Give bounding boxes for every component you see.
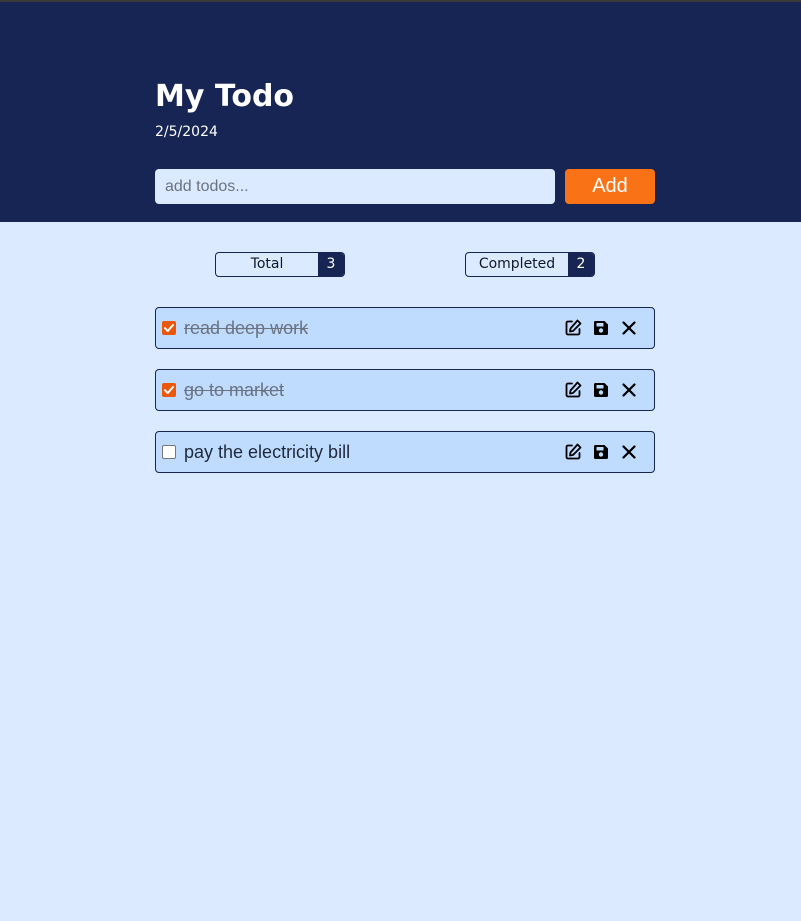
close-icon[interactable] xyxy=(619,442,639,462)
todo-item: read deep work xyxy=(155,307,655,349)
todo-text: pay the electricity bill xyxy=(184,442,351,462)
completed-stat: Completed 2 xyxy=(465,252,595,277)
save-icon[interactable] xyxy=(591,318,611,338)
current-date: 2/5/2024 xyxy=(155,124,218,140)
todo-checkbox[interactable] xyxy=(162,445,176,459)
todo-checkbox[interactable] xyxy=(162,321,176,335)
total-count: 3 xyxy=(318,253,344,276)
total-stat: Total 3 xyxy=(215,252,345,277)
completed-label: Completed xyxy=(478,256,556,272)
app-header: My Todo 2/5/2024 Add xyxy=(0,2,801,222)
add-button[interactable]: Add xyxy=(565,169,655,204)
page-title: My Todo xyxy=(155,79,295,114)
todo-text: go to market xyxy=(184,380,285,400)
completed-count: 2 xyxy=(568,253,594,276)
add-todo-input[interactable] xyxy=(155,169,555,204)
close-icon[interactable] xyxy=(619,318,639,338)
todo-checkbox[interactable] xyxy=(162,383,176,397)
todo-text: read deep work xyxy=(184,318,309,338)
todo-item: pay the electricity bill xyxy=(155,431,655,473)
edit-icon[interactable] xyxy=(563,442,583,462)
save-icon[interactable] xyxy=(591,380,611,400)
save-icon[interactable] xyxy=(591,442,611,462)
todo-item: go to market xyxy=(155,369,655,411)
total-label: Total xyxy=(250,256,284,272)
edit-icon[interactable] xyxy=(563,318,583,338)
close-icon[interactable] xyxy=(619,380,639,400)
edit-icon[interactable] xyxy=(563,380,583,400)
